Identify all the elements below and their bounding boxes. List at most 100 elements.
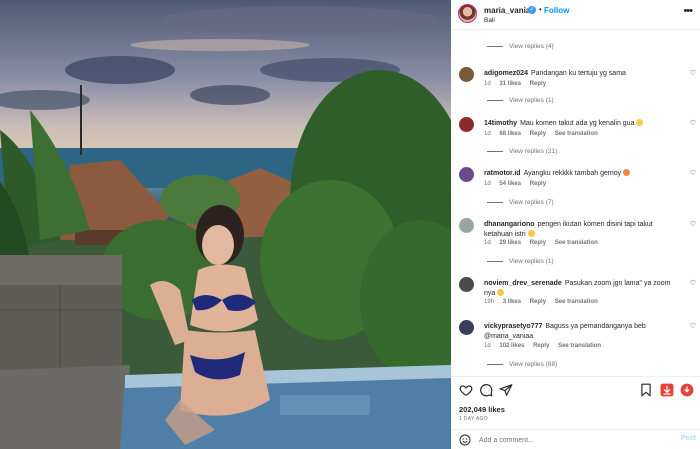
view-replies-label: View replies (88) [509,361,558,368]
see-translation-button[interactable]: See translation [558,343,601,349]
commenter-avatar[interactable] [459,277,474,292]
emoji-icon[interactable] [459,434,471,446]
add-comment-input[interactable] [479,433,664,447]
download-icon[interactable] [660,383,674,397]
comment-meta: 19h 3 likes Reply See translation [484,299,605,305]
view-replies-label: View replies (4) [509,43,554,50]
view-replies-button[interactable]: View replies (1) [487,258,554,265]
view-replies-label: View replies (21) [509,148,558,155]
commenter-avatar[interactable] [459,167,474,182]
view-replies-label: View replies (1) [509,258,554,265]
reply-button[interactable]: Reply [530,240,546,246]
comment-heart-icon[interactable]: ♡ [690,322,696,330]
reply-line [487,150,503,152]
comments-list[interactable]: View replies (4) adigomez024 Pandangan ku… [451,31,700,376]
commenter-avatar[interactable] [459,67,474,82]
post-header: maria_vaniaa ✓ • Follow Bali ••• [451,0,700,30]
commenter-avatar[interactable] [459,320,474,335]
comment-heart-icon[interactable]: ♡ [690,119,696,127]
comment-meta: 1d 54 likes Reply [484,181,553,187]
author-avatar[interactable] [458,4,477,23]
comment-time: 1d [484,131,491,137]
view-replies-label: View replies (1) [509,97,554,104]
comment-body: 14timothy Mau komen takut ada yg kenalin … [484,119,679,129]
reply-button[interactable]: Reply [530,181,546,187]
commenter-username[interactable]: noviem_drev_serenade [484,280,562,287]
reply-button[interactable]: Reply [533,343,549,349]
emoji-icon [636,119,644,126]
comment-body: noviem_drev_serenade Pasukan zoom jgn lam… [484,279,679,299]
reply-line [487,45,503,47]
post-sidebar: maria_vaniaa ✓ • Follow Bali ••• View re… [451,0,700,449]
see-translation-button[interactable]: See translation [555,240,598,246]
post-actions: 202,049 likes 1 DAY AGO Post [451,376,700,449]
comment-body: dhanangariono pengen ikutan komen disini … [484,220,679,240]
comment-likes[interactable]: 54 likes [499,181,521,187]
comment-likes[interactable]: 68 likes [499,131,521,137]
comment-body: vickyprasetyo777 Baguss ya pemandanganya … [484,322,679,342]
see-translation-button[interactable]: See translation [555,131,598,137]
comment-heart-icon[interactable]: ♡ [690,169,696,177]
comment-text: Pandangan ku tertuju yg sama [530,70,626,77]
reply-button[interactable]: Reply [530,131,546,137]
commenter-avatar[interactable] [459,117,474,132]
reply-line [487,99,503,101]
comment-meta: 1d 31 likes Reply [484,81,553,87]
comment-time: 1d [484,240,491,246]
comment-time: 1d [484,181,491,187]
view-replies-button[interactable]: View replies (4) [487,43,554,50]
comment-likes[interactable]: 29 likes [499,240,521,246]
view-replies-button[interactable]: View replies (1) [487,97,554,104]
comment-text: Mau komen takut ada yg kenalin gua [520,120,635,127]
commenter-username[interactable]: 14timothy [484,120,517,127]
reply-button[interactable]: Reply [530,299,546,305]
follow-button[interactable]: Follow [544,6,569,15]
reply-line [487,260,503,262]
comment-body: adigomez024 Pandangan ku tertuju yg sama [484,69,679,79]
comment-text: Ayangku rekkkk tambah gemoy [523,170,622,177]
emoji-icon [497,289,505,296]
comment-body: ratmotor.id Ayangku rekkkk tambah gemoy [484,169,679,179]
comment-heart-icon[interactable]: ♡ [690,279,696,287]
commenter-username[interactable]: vickyprasetyo777 [484,323,542,330]
more-options-icon[interactable]: ••• [683,5,693,17]
view-replies-label: View replies (7) [509,199,554,206]
view-replies-button[interactable]: View replies (21) [487,148,557,155]
view-replies-button[interactable]: View replies (88) [487,361,557,368]
commenter-username[interactable]: ratmotor.id [484,170,521,177]
post-comment-button[interactable]: Post [681,435,696,442]
comment-likes[interactable]: 102 likes [499,343,524,349]
view-replies-button[interactable]: View replies (7) [487,199,554,206]
comment-icon[interactable] [479,383,493,397]
comment-meta: 1d 68 likes Reply See translation [484,131,605,137]
reply-button[interactable]: Reply [530,81,546,87]
photo-scene [0,6,451,449]
comment-meta: 1d 102 likes Reply See translation [484,343,608,349]
comment-likes[interactable]: 31 likes [499,81,521,87]
reply-line [487,201,503,203]
comment-heart-icon[interactable]: ♡ [690,220,696,228]
commenter-avatar[interactable] [459,218,474,233]
comment-time: 19h [484,299,495,305]
post-location[interactable]: Bali [484,17,495,24]
separator-dot: • [539,5,542,14]
emoji-icon [527,230,535,237]
commenter-username[interactable]: adigomez024 [484,70,528,77]
comment-time: 1d [484,343,491,349]
post-photo[interactable] [0,0,451,449]
see-translation-button[interactable]: See translation [555,299,598,305]
likes-count[interactable]: 202,049 likes [459,405,505,414]
reply-line [487,363,503,365]
bookmark-icon[interactable] [639,383,653,397]
comment-heart-icon[interactable]: ♡ [690,69,696,77]
add-comment-row: Post [451,429,700,449]
emoji-icon [623,169,631,176]
commenter-username[interactable]: dhanangariono [484,221,535,228]
verified-badge-icon: ✓ [528,6,536,14]
heart-icon[interactable] [459,383,473,397]
share-icon[interactable] [499,383,513,397]
download-circle-icon[interactable] [680,383,694,397]
comment-likes[interactable]: 3 likes [503,299,521,305]
post-date: 1 DAY AGO [459,416,488,422]
comment-meta: 1d 29 likes Reply See translation [484,240,605,246]
